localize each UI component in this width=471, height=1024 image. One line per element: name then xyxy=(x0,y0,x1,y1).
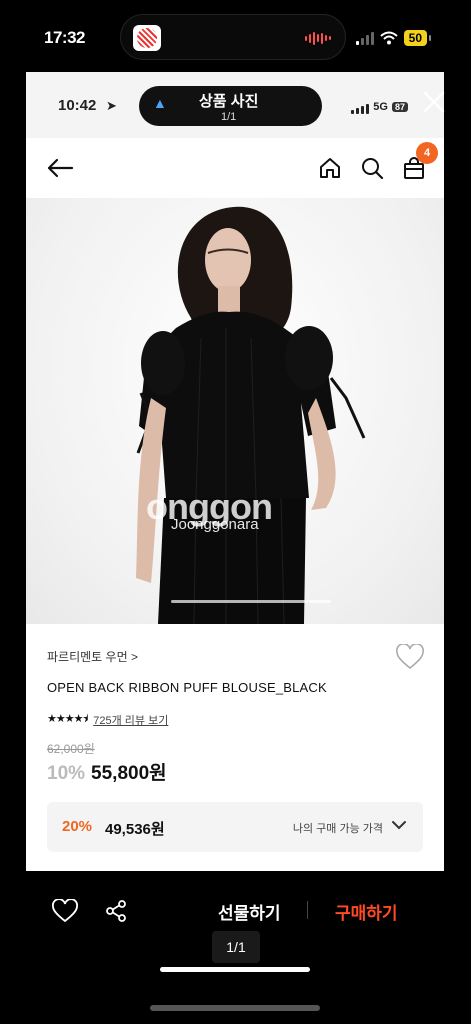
divider xyxy=(307,901,308,919)
inner-signal-icon xyxy=(351,100,370,114)
review-link[interactable]: 725개 리뷰 보기 xyxy=(93,712,168,728)
my-price-label: 나의 구매 가능 가격 xyxy=(292,823,383,835)
inner-battery-level: 87 xyxy=(391,102,408,112)
outer-clock: 17:32 xyxy=(44,28,85,47)
photo-viewer-pill: ▲ 상품 사진 1/1 xyxy=(139,86,322,126)
product-name: OPEN BACK RIBBON PUFF BLOUSE_BLACK xyxy=(47,680,327,695)
inner-status-bar: 10:42 ➤ ▲ 상품 사진 1/1 5G 87 xyxy=(26,72,444,138)
bottom-action-bar: 선물하기 구매하기 1/1 xyxy=(0,871,471,1024)
network-type: 5G xyxy=(373,101,388,113)
outer-status-icons: 50 xyxy=(355,30,431,46)
back-arrow-icon[interactable] xyxy=(46,156,74,180)
share-icon[interactable] xyxy=(104,899,128,923)
my-price: 49,536원 xyxy=(105,821,165,838)
header-icons: 4 xyxy=(318,142,438,185)
app-icon xyxy=(133,25,161,51)
navigation-arrow-icon: ▲ xyxy=(153,95,167,111)
my-discount-rate: 20% xyxy=(62,818,93,835)
product-photo[interactable]: onggon Joonggonara xyxy=(26,198,444,624)
discount-rate: 10% xyxy=(47,763,86,784)
cart-count-badge: 4 xyxy=(416,142,438,164)
like-heart-icon[interactable] xyxy=(52,899,78,923)
cart-button[interactable]: 4 xyxy=(402,142,438,185)
inner-status-icons: 5G 87 xyxy=(351,100,408,114)
brand-link[interactable]: 파르티멘토 우먼 > xyxy=(47,648,138,665)
search-icon[interactable] xyxy=(360,156,384,180)
audio-wave-icon xyxy=(305,31,331,45)
star-rating-icon: ★★★★⯨ xyxy=(47,713,88,725)
image-scroll-indicator xyxy=(171,600,331,603)
battery-icon xyxy=(429,35,431,41)
dynamic-island[interactable] xyxy=(120,14,346,60)
inner-clock: 10:42 xyxy=(58,97,97,114)
wifi-icon xyxy=(379,31,398,45)
photo-viewer-title: 상품 사진 xyxy=(199,93,259,110)
app-header: 4 xyxy=(26,138,444,198)
buy-button[interactable]: 구매하기 xyxy=(335,899,398,924)
sale-price: 55,800원 xyxy=(91,763,167,784)
close-icon[interactable] xyxy=(422,90,446,114)
gift-button[interactable]: 선물하기 xyxy=(218,899,281,924)
discount-price-row: 10% 55,800원 xyxy=(47,758,167,785)
my-price-dropdown[interactable]: 20% 49,536원 나의 구매 가능 가격 xyxy=(47,802,423,852)
model-wearing-blouse-image xyxy=(136,206,366,624)
inner-home-indicator xyxy=(160,967,310,972)
battery-level: 50 xyxy=(403,30,427,46)
home-icon[interactable] xyxy=(318,156,342,180)
product-screenshot: 10:42 ➤ ▲ 상품 사진 1/1 5G 87 4 onggon Joong… xyxy=(26,72,444,871)
outer-status-bar: 17:32 50 xyxy=(0,0,471,72)
home-indicator[interactable] xyxy=(150,1005,320,1011)
watermark-text: Joonggonara xyxy=(171,516,259,533)
photo-counter: 1/1 xyxy=(221,111,237,123)
signal-icon xyxy=(355,31,374,45)
chevron-down-icon xyxy=(392,821,406,830)
page-indicator: 1/1 xyxy=(212,931,260,963)
original-price: 62,000원 xyxy=(47,742,95,756)
location-arrow-icon: ➤ xyxy=(106,98,117,113)
rating-row: ★★★★⯨ 725개 리뷰 보기 xyxy=(47,710,168,729)
wishlist-heart-icon[interactable] xyxy=(396,644,424,670)
